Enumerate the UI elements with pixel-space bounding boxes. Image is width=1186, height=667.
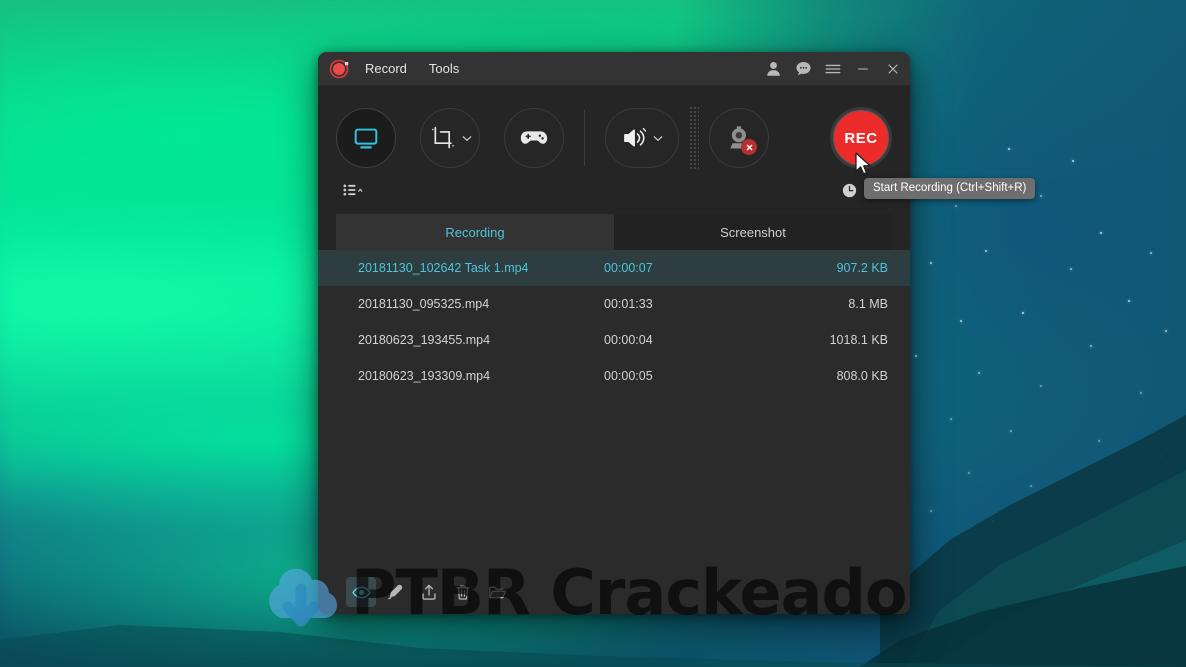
menu-record[interactable]: Record (356, 56, 416, 81)
game-capture-button[interactable] (504, 108, 564, 168)
share-upload-icon[interactable] (414, 577, 444, 607)
rec-button[interactable]: REC (830, 107, 892, 169)
capture-button-row: REC (336, 100, 892, 176)
toolbar-divider (584, 110, 585, 166)
fullscreen-capture-button[interactable] (336, 108, 396, 168)
aiseesoft-screen-recorder-window: Record Tools REC Recording Screenshot 20… (318, 52, 910, 614)
webcam-disabled-badge (741, 139, 757, 155)
chevron-down-icon[interactable] (653, 129, 663, 147)
file-size-cell: 1018.1 KB (734, 333, 888, 347)
file-size-cell: 808.0 KB (734, 369, 888, 383)
file-actions-toolbar (318, 570, 910, 614)
table-row[interactable]: 20181130_102642 Task 1.mp4 00:00:07 907.2 … (318, 250, 910, 286)
file-list[interactable]: 20181130_102642 Task 1.mp4 00:00:07 907.2 … (318, 250, 910, 570)
file-name-cell: 20180623_193455.mp4 (358, 333, 604, 347)
edit-brush-icon[interactable] (380, 577, 410, 607)
file-name-cell: 20181130_102642 Task 1.mp4 (358, 261, 604, 275)
file-size-cell: 8.1 MB (734, 297, 888, 311)
table-row[interactable]: 20181130_095325.mp4 00:01:33 8.1 MB (318, 286, 910, 322)
record-logo-icon (328, 57, 352, 81)
table-row[interactable]: 20180623_193455.mp4 00:00:04 1018.1 KB (318, 322, 910, 358)
file-duration-cell: 00:00:04 (604, 333, 734, 347)
tab-recording[interactable]: Recording (336, 214, 614, 250)
delete-trash-icon[interactable] (448, 577, 478, 607)
schedule-clock-icon[interactable] (836, 178, 862, 202)
desktop: Record Tools REC Recording Screenshot 20… (0, 0, 1186, 667)
close-button[interactable] (878, 54, 908, 84)
minimize-button[interactable] (848, 54, 878, 84)
file-duration-cell: 00:00:05 (604, 369, 734, 383)
tab-screenshot[interactable]: Screenshot (614, 214, 892, 250)
table-row[interactable]: 20180623_193309.mp4 00:00:05 808.0 KB (318, 358, 910, 394)
audio-button[interactable] (605, 108, 679, 168)
toolbar-sub-row (336, 176, 892, 204)
region-capture-button[interactable] (420, 108, 480, 168)
account-icon[interactable] (758, 54, 788, 84)
hamburger-menu-icon[interactable] (818, 54, 848, 84)
chevron-down-icon[interactable] (462, 129, 472, 147)
open-folder-icon[interactable] (482, 577, 512, 607)
capture-toolbar: REC Recording Screenshot (318, 86, 910, 250)
file-duration-cell: 00:00:07 (604, 261, 734, 275)
file-duration-cell: 00:01:33 (604, 297, 734, 311)
webcam-button[interactable] (709, 108, 769, 168)
menu-tools[interactable]: Tools (420, 56, 468, 81)
preview-eye-icon[interactable] (346, 577, 376, 607)
file-name-cell: 20180623_193309.mp4 (358, 369, 604, 383)
list-view-toggle[interactable] (340, 178, 366, 202)
file-size-cell: 907.2 KB (734, 261, 888, 275)
feedback-icon[interactable] (788, 54, 818, 84)
drag-grip-handle[interactable] (689, 106, 699, 170)
file-name-cell: 20181130_095325.mp4 (358, 297, 604, 311)
rec-button-tooltip: Start Recording (Ctrl+Shift+R) (864, 178, 1035, 199)
title-bar: Record Tools (318, 52, 910, 86)
content-tabs: Recording Screenshot (336, 214, 892, 250)
